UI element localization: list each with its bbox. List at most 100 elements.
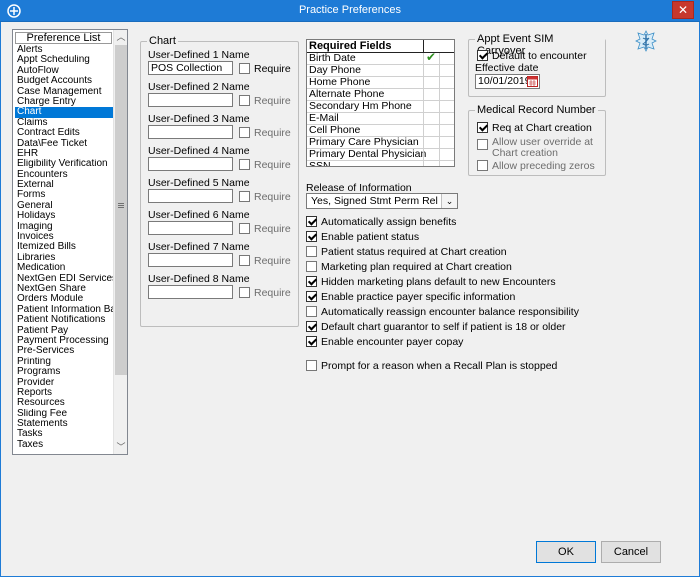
green-check-icon[interactable]: ✔: [426, 51, 436, 63]
preference-list-item[interactable]: Holidays: [15, 211, 113, 221]
grid-separator: [439, 77, 440, 89]
scroll-thumb[interactable]: [115, 45, 127, 375]
user-defined-4-input[interactable]: [148, 157, 233, 171]
preference-list-item[interactable]: Contract Edits: [15, 128, 113, 138]
allow-preceding-zeros-checkbox[interactable]: [477, 160, 488, 171]
user-defined-4-label: User-Defined 4 Name: [148, 145, 250, 157]
preference-list-item[interactable]: Payment Processing: [15, 336, 113, 346]
preference-list-item[interactable]: Pre-Services: [15, 346, 113, 356]
release-of-information-select[interactable]: Yes, Signed Stmt Perm Rel ⌄: [306, 193, 458, 209]
allow-preceding-zeros-label: Allow preceding zeros: [492, 160, 595, 172]
user-defined-1-require-checkbox[interactable]: [239, 63, 250, 74]
preference-list-item[interactable]: Reports: [15, 388, 113, 398]
user-defined-3-require-checkbox[interactable]: [239, 127, 250, 138]
preference-list-item[interactable]: Patient Pay: [15, 326, 113, 336]
preference-list-item[interactable]: Budget Accounts: [15, 76, 113, 86]
preference-list-item[interactable]: Chart: [15, 107, 113, 118]
preference-list-item[interactable]: Resources: [15, 398, 113, 408]
recall-plan-checkbox[interactable]: [306, 360, 317, 371]
grid-separator: [439, 53, 440, 65]
user-defined-2-input[interactable]: [148, 93, 233, 107]
preference-list-item[interactable]: Appt Scheduling: [15, 55, 113, 65]
option-checkbox[interactable]: [306, 216, 317, 227]
preference-list-item[interactable]: Provider: [15, 378, 113, 388]
option-label: Automatically reassign encounter balance…: [321, 306, 579, 318]
user-defined-8-require-label: Require: [254, 287, 291, 299]
user-defined-5-label: User-Defined 5 Name: [148, 177, 250, 189]
required-field-name: Primary Care Physician: [309, 136, 419, 148]
required-fields-grid[interactable]: Required Fields Birth Date ✔ Day Phone Home…: [306, 39, 455, 167]
user-defined-5-require-checkbox[interactable]: [239, 191, 250, 202]
user-defined-8-label: User-Defined 8 Name: [148, 273, 250, 285]
option-checkbox[interactable]: [306, 336, 317, 347]
preference-list-item[interactable]: Orders Module: [15, 294, 113, 304]
preference-list-item[interactable]: Medication: [15, 263, 113, 273]
preference-list-scrollbar[interactable]: ︿ ﹀: [113, 30, 127, 454]
option-checkbox[interactable]: [306, 246, 317, 257]
option-checkbox[interactable]: [306, 261, 317, 272]
preference-list-item[interactable]: Forms: [15, 190, 113, 200]
preference-list-item[interactable]: Programs: [15, 367, 113, 377]
cancel-button[interactable]: Cancel: [601, 541, 661, 563]
preference-list-item[interactable]: EHR: [15, 149, 113, 159]
preference-list-item[interactable]: NextGen EDI Services: [15, 274, 113, 284]
preference-list-item[interactable]: Alerts: [15, 45, 113, 55]
user-defined-3-input[interactable]: [148, 125, 233, 139]
preference-list-item[interactable]: Libraries: [15, 253, 113, 263]
user-defined-1-input[interactable]: POS Collection: [148, 61, 233, 75]
preference-list-item[interactable]: General: [15, 201, 113, 211]
user-defined-3-require-label: Require: [254, 127, 291, 139]
preference-list-item[interactable]: Invoices: [15, 232, 113, 242]
user-defined-6-require-checkbox[interactable]: [239, 223, 250, 234]
ok-button[interactable]: OK: [536, 541, 596, 563]
preference-list-item[interactable]: Imaging: [15, 222, 113, 232]
preference-list-item[interactable]: External: [15, 180, 113, 190]
preference-list-item[interactable]: Itemized Bills: [15, 242, 113, 252]
preference-list-item[interactable]: Data\Fee Ticket: [15, 139, 113, 149]
grid-separator: [423, 65, 424, 77]
preference-list-item[interactable]: NextGen Share: [15, 284, 113, 294]
preference-list-item[interactable]: Eligibility Verification: [15, 159, 113, 169]
preference-list-item[interactable]: Charge Entry: [15, 97, 113, 107]
preference-list-item[interactable]: Tasks: [15, 429, 113, 439]
grid-separator: [423, 113, 424, 125]
preference-list-item[interactable]: Taxes: [15, 440, 113, 450]
preference-list-item[interactable]: AutoFlow: [15, 66, 113, 76]
allow-user-override-checkbox[interactable]: [477, 139, 488, 150]
close-button[interactable]: ✕: [672, 1, 694, 19]
user-defined-5-input[interactable]: [148, 189, 233, 203]
user-defined-7-input[interactable]: [148, 253, 233, 267]
option-checkbox[interactable]: [306, 276, 317, 287]
user-defined-8-input[interactable]: [148, 285, 233, 299]
user-defined-6-input[interactable]: [148, 221, 233, 235]
option-checkbox[interactable]: [306, 321, 317, 332]
user-defined-2-require-checkbox[interactable]: [239, 95, 250, 106]
req-at-chart-creation-checkbox[interactable]: [477, 122, 488, 133]
preference-list-item[interactable]: Statements: [15, 419, 113, 429]
default-to-encounter-checkbox[interactable]: [477, 50, 488, 61]
user-defined-7-label: User-Defined 7 Name: [148, 241, 250, 253]
preference-list-item[interactable]: Patient Information Bar: [15, 305, 113, 315]
required-field-row[interactable]: SSN: [307, 161, 454, 166]
scroll-up-icon[interactable]: ︿: [114, 30, 128, 44]
preference-list-item[interactable]: Case Management: [15, 87, 113, 97]
option-checkbox[interactable]: [306, 306, 317, 317]
preference-list-item[interactable]: Patient Notifications: [15, 315, 113, 325]
calendar-icon[interactable]: [527, 75, 538, 87]
preference-list[interactable]: Preference List Alerts Appt Scheduling Aut…: [12, 29, 128, 455]
chevron-down-icon[interactable]: ⌄: [441, 194, 457, 208]
option-label: Hidden marketing plans default to new En…: [321, 276, 556, 288]
user-defined-8-require-checkbox[interactable]: [239, 287, 250, 298]
user-defined-7-require-checkbox[interactable]: [239, 255, 250, 266]
preference-list-item[interactable]: Claims: [15, 118, 113, 128]
grid-separator: [423, 89, 424, 101]
user-defined-4-require-checkbox[interactable]: [239, 159, 250, 170]
option-label: Default chart guarantor to self if patie…: [321, 321, 566, 333]
option-checkbox[interactable]: [306, 291, 317, 302]
required-field-name: Alternate Phone: [309, 88, 385, 100]
preference-list-item[interactable]: Encounters: [15, 170, 113, 180]
option-checkbox[interactable]: [306, 231, 317, 242]
scroll-down-icon[interactable]: ﹀: [114, 440, 128, 454]
preference-list-item[interactable]: Printing: [15, 357, 113, 367]
preference-list-item[interactable]: Sliding Fee: [15, 409, 113, 419]
